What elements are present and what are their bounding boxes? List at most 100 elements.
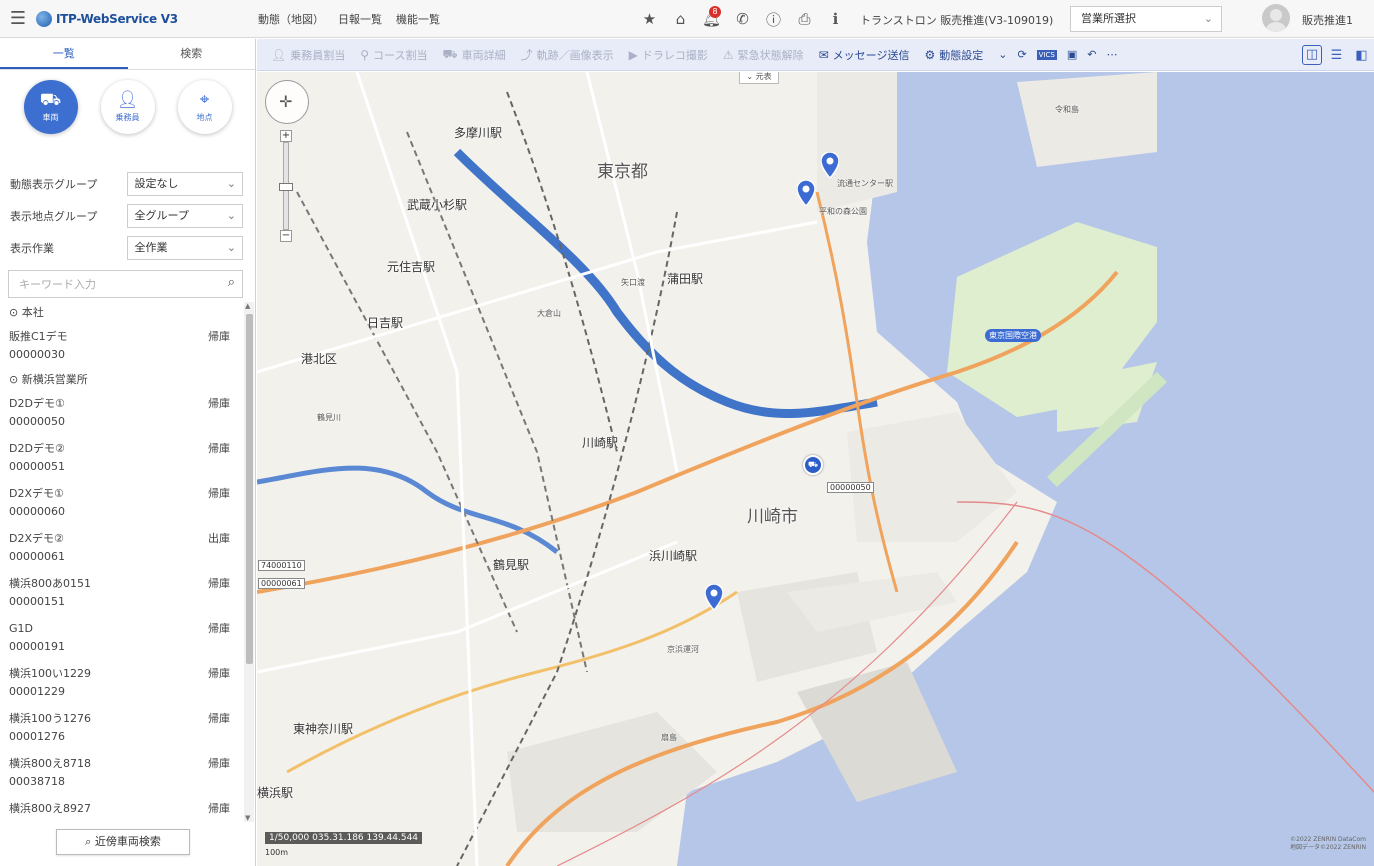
zoom-slider[interactable] — [279, 142, 293, 230]
dynamic-settings-button[interactable]: ⚙ 動態設定 — [924, 47, 983, 63]
layer-icon[interactable]: ▣ — [1067, 48, 1077, 61]
tab-search[interactable]: 検索 — [128, 39, 256, 69]
search-icon[interactable]: ⌕ — [228, 275, 235, 290]
map-label-motosumiyoshi: 元住吉駅 — [387, 260, 436, 274]
map-label-tamagawa: 多摩川駅 — [454, 126, 503, 140]
select-value: 設定なし — [134, 177, 179, 190]
phone-icon[interactable]: ✆ — [727, 0, 758, 38]
nav-map[interactable]: 動態（地図） — [258, 11, 324, 27]
zoom-in-button[interactable]: + — [280, 130, 292, 142]
refresh-icon[interactable]: ⟳ — [1017, 48, 1026, 61]
print-icon[interactable]: ⎙ — [789, 0, 820, 38]
map-pan-control[interactable] — [265, 80, 309, 124]
list-item[interactable]: G1D 00000191 帰庫 — [0, 616, 244, 661]
vehicle-detail-button[interactable]: ⛟ 車両詳細 — [442, 47, 505, 63]
vehicle-name: D2Dデモ② — [9, 442, 65, 455]
zoom-slider-knob[interactable] — [279, 183, 293, 191]
list-item[interactable]: D2Dデモ① 00000050 帰庫 — [0, 391, 244, 436]
help-icon[interactable]: ⓘ — [758, 0, 789, 38]
vics-icon[interactable]: VICS — [1036, 49, 1057, 60]
filter-location-group: 表示地点グループ 全グループ ⌄ — [0, 200, 255, 232]
track-image-button[interactable]: ⤴ 軌跡／画像表示 — [521, 46, 614, 63]
nearby-search-button[interactable]: ⌕ 近傍車両検索 — [56, 829, 190, 855]
send-message-button[interactable]: ✉ メッセージ送信 — [819, 47, 910, 63]
scroll-down-icon[interactable]: ▼ — [245, 814, 250, 822]
list-item[interactable]: 横浜100う1276 00001276 帰庫 — [0, 706, 244, 751]
location-pin-icon[interactable] — [797, 180, 815, 206]
map-collapse-tab[interactable]: ⌄ 元表 — [739, 72, 779, 84]
truck-icon: ⛟ — [442, 46, 458, 61]
vehicle-tag[interactable]: 00000050 — [827, 482, 874, 493]
map-label-higashikanagawa: 東神奈川駅 — [293, 722, 354, 736]
scroll-up-icon[interactable]: ▲ — [245, 302, 250, 310]
mode-vehicle-button[interactable]: ⛟ 車両 — [23, 80, 78, 134]
vehicle-id: 00000060 — [9, 505, 65, 518]
list-item[interactable]: 販推C1デモ 00000030 帰庫 — [0, 324, 244, 369]
list-item[interactable]: 横浜800え8927 帰庫 — [0, 796, 244, 822]
office-select-value: 営業所選択 — [1081, 12, 1136, 25]
more-icon[interactable]: ⋯ — [1106, 48, 1117, 61]
split-view-icon[interactable]: ◧ — [1349, 48, 1374, 63]
tab-list[interactable]: 一覧 — [0, 39, 128, 69]
group-header-shinyokohama[interactable]: ⊙ 新横浜営業所 — [0, 369, 244, 391]
hamburger-menu-icon[interactable]: ☰ — [0, 0, 36, 38]
vehicle-name: 横浜100う1276 — [9, 712, 91, 725]
list-scrollbar[interactable]: ▲ ▼ — [244, 302, 254, 822]
vehicle-tag[interactable]: 74000110 — [258, 560, 305, 571]
emergency-release-button[interactable]: ⚠ 緊急状態解除 — [723, 47, 804, 63]
nav-daily-report[interactable]: 日報一覧 — [338, 11, 382, 27]
vehicle-id: 00000191 — [9, 640, 65, 653]
scrollbar-thumb[interactable] — [246, 314, 253, 664]
keyword-input[interactable] — [9, 271, 209, 297]
map-area[interactable]: + − ⌄ 元表 東京都 川崎市 武蔵小杉駅 元住吉駅 日吉駅 川崎駅 多摩川駅… — [257, 72, 1374, 866]
vehicle-id: 00000051 — [9, 460, 65, 473]
map-label-kawasaki-st: 川崎駅 — [582, 436, 619, 450]
map-label-heiwajima: 平和の森公園 — [819, 207, 867, 216]
assign-driver-button[interactable]: 👤︎ 乗務員割当 — [271, 47, 345, 63]
zoom-out-button[interactable]: − — [280, 230, 292, 242]
list-view-icon[interactable]: ☰ — [1324, 48, 1349, 63]
home-icon[interactable]: ⌂ — [665, 0, 696, 38]
map-label-ryutsu-center: 流通センター駅 — [837, 179, 893, 188]
map-label-kawasaki-city: 川崎市 — [747, 507, 798, 527]
group-header-honsha[interactable]: ⊙ 本社 — [0, 302, 244, 324]
list-item[interactable]: D2Dデモ② 00000051 帰庫 — [0, 436, 244, 481]
vehicle-id: 00000030 — [9, 348, 65, 361]
list-item[interactable]: 横浜100い1229 00001229 帰庫 — [0, 661, 244, 706]
star-icon[interactable]: ★ — [634, 0, 665, 38]
office-select[interactable]: 営業所選択 ⌄ — [1070, 6, 1222, 32]
mode-driver-button[interactable]: 👤︎ 乗務員 — [100, 80, 155, 134]
mode-location-label: 地点 — [196, 113, 213, 122]
undo-icon[interactable]: ↶ — [1087, 48, 1096, 61]
list-item[interactable]: D2Xデモ② 00000061 出庫 — [0, 526, 244, 571]
dashcam-button[interactable]: ▶ ドラレコ撮影 — [629, 47, 708, 63]
display-group-select[interactable]: 設定なし ⌄ — [127, 172, 243, 196]
mail-icon: ✉ — [818, 47, 829, 62]
vehicle-tag[interactable]: 00000061 — [258, 578, 305, 589]
list-item[interactable]: 横浜800あ0151 00000151 帰庫 — [0, 571, 244, 616]
bell-icon[interactable]: 🔔︎ 8 — [696, 0, 727, 38]
assign-course-button[interactable]: ⚲ コース割当 — [360, 47, 427, 63]
chevron-down-icon: ⌄ — [226, 209, 236, 222]
chevron-down-icon[interactable]: ⌄ — [998, 48, 1007, 61]
toolbar-label: 緊急状態解除 — [737, 48, 804, 62]
nav-functions[interactable]: 機能一覧 — [396, 11, 440, 27]
list-item[interactable]: D2Xデモ① 00000060 帰庫 — [0, 481, 244, 526]
info-icon[interactable]: ℹ — [820, 0, 851, 38]
vehicle-id: 00038718 — [9, 775, 65, 788]
alert-icon: ⚠ — [722, 47, 734, 62]
person-icon: 👤︎ — [116, 90, 139, 110]
avatar[interactable] — [1262, 4, 1290, 32]
location-pin-icon[interactable] — [705, 584, 723, 610]
user-name[interactable]: 販売推進1 — [1302, 12, 1353, 28]
filter-label: 表示作業 — [10, 242, 54, 255]
map-view-icon[interactable]: ◫ — [1302, 45, 1322, 65]
filter-label: 表示地点グループ — [10, 210, 98, 223]
work-select[interactable]: 全作業 ⌄ — [127, 236, 243, 260]
mode-location-button[interactable]: ⌖ 地点 — [177, 80, 232, 134]
map-label-tokyo: 東京都 — [597, 162, 648, 182]
list-item[interactable]: 横浜800え8718 00038718 帰庫 — [0, 751, 244, 796]
location-pin-icon[interactable] — [821, 152, 839, 178]
location-group-select[interactable]: 全グループ ⌄ — [127, 204, 243, 228]
vehicle-marker-icon[interactable]: ⛟ — [803, 455, 823, 475]
